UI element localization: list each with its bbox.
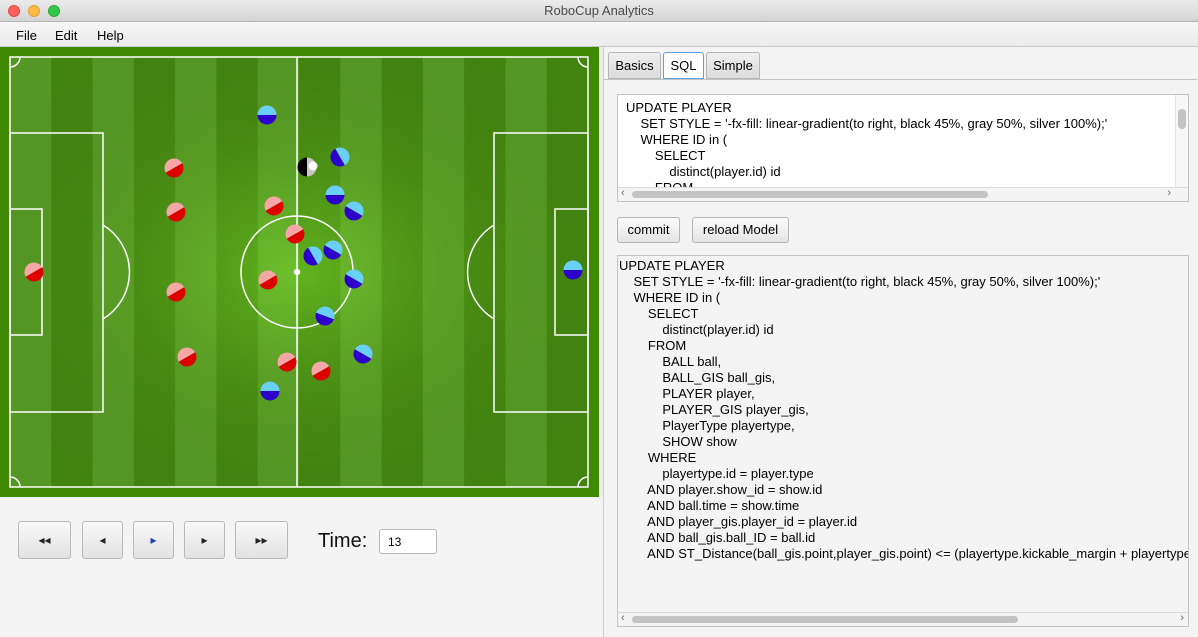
sql-editor-vscroll-thumb[interactable]: [1178, 109, 1186, 129]
menu-file[interactable]: File: [16, 28, 37, 43]
scroll-left-icon[interactable]: ‹: [621, 187, 625, 199]
reload-model-button[interactable]: reload Model: [692, 217, 789, 243]
time-label: Time:: [318, 530, 368, 552]
tab-simple[interactable]: Simple: [706, 52, 760, 79]
menu-bar: File Edit Help: [0, 22, 1198, 47]
query-output-hscrollbar[interactable]: ‹ ›: [618, 612, 1188, 626]
scroll-right-icon[interactable]: ›: [1167, 187, 1171, 199]
scroll-right-icon[interactable]: ›: [1180, 612, 1184, 624]
window-title: RoboCup Analytics: [544, 3, 654, 18]
rewind-button[interactable]: ◂◂: [18, 521, 71, 559]
playback-controls: ◂◂ ◂ ▸ ▸ ▸▸ Time:: [0, 497, 603, 637]
query-output-text: UPDATE PLAYER SET STYLE = '-fx-fill: lin…: [619, 258, 1189, 561]
right-panel: Basics SQL Simple UPDATE PLAYER SET STYL…: [603, 47, 1198, 637]
pitch-canvas[interactable]: [0, 47, 599, 497]
player-marker-blue[interactable]: [325, 185, 345, 205]
tab-basics[interactable]: Basics: [608, 52, 661, 79]
fast-forward-button[interactable]: ▸▸: [235, 521, 288, 559]
soccer-pitch[interactable]: [0, 47, 599, 497]
query-output[interactable]: UPDATE PLAYER SET STYLE = '-fx-fill: lin…: [617, 255, 1189, 627]
step-forward-button[interactable]: ▸: [184, 521, 225, 559]
commit-button[interactable]: commit: [617, 217, 680, 243]
step-back-button[interactable]: ◂: [82, 521, 123, 559]
sql-editor-text[interactable]: UPDATE PLAYER SET STYLE = '-fx-fill: lin…: [618, 95, 1188, 201]
sql-editor[interactable]: UPDATE PLAYER SET STYLE = '-fx-fill: lin…: [617, 94, 1189, 202]
tab-divider: [604, 79, 1197, 80]
sql-editor-hscroll-thumb[interactable]: [632, 191, 988, 198]
player-marker-blue[interactable]: [563, 260, 583, 280]
query-output-hscroll-thumb[interactable]: [632, 616, 1018, 623]
play-button[interactable]: ▸: [133, 521, 174, 559]
player-marker-blue[interactable]: [260, 381, 280, 401]
sql-editor-hscrollbar[interactable]: ‹ ›: [618, 187, 1188, 201]
time-input[interactable]: [379, 529, 437, 554]
scroll-left-icon[interactable]: ‹: [621, 612, 625, 624]
center-spot: [293, 268, 301, 276]
tab-sql[interactable]: SQL: [663, 52, 704, 79]
title-bar: RoboCup Analytics: [0, 0, 1198, 22]
ball: [308, 161, 318, 171]
player-marker-blue[interactable]: [257, 105, 277, 125]
menu-help[interactable]: Help: [97, 28, 124, 43]
menu-edit[interactable]: Edit: [55, 28, 77, 43]
sql-editor-vscrollbar[interactable]: [1175, 95, 1188, 189]
